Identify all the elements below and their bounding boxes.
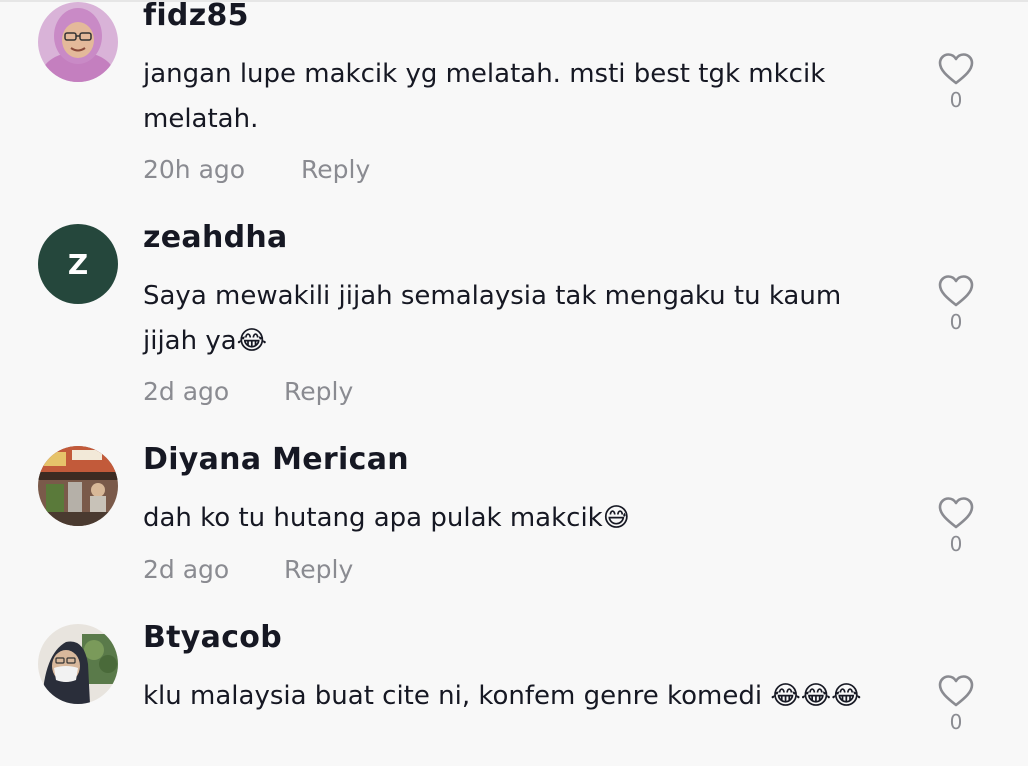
comment-username[interactable]: Diyana Merican <box>143 442 409 477</box>
avatar[interactable] <box>38 446 118 526</box>
comment-username[interactable]: zeahdha <box>143 220 288 255</box>
sweat-smile-emoji: 😅 <box>602 503 630 533</box>
comment-text: Saya mewakili jijah semalaysia tak menga… <box>143 274 903 364</box>
like-button[interactable]: 0 <box>934 274 978 334</box>
avatar-letter: Z <box>38 224 118 304</box>
avatar-photo <box>38 446 118 526</box>
comment-timestamp: 2d ago <box>143 377 230 406</box>
avatar[interactable]: Z <box>38 224 118 304</box>
laughing-tears-emoji: 😂😂😂 <box>770 681 862 711</box>
like-button[interactable]: 0 <box>934 674 978 734</box>
like-count: 0 <box>949 88 963 112</box>
reply-button[interactable]: Reply <box>284 377 353 406</box>
reply-button[interactable]: Reply <box>301 155 370 184</box>
avatar[interactable] <box>38 624 118 704</box>
heart-outline-icon <box>938 497 974 529</box>
avatar-photo <box>38 624 118 704</box>
comment-body: klu malaysia buat cite ni, konfem genre … <box>143 681 771 711</box>
heart-outline-icon <box>938 275 974 307</box>
comment-meta: 2d ago Reply <box>143 377 353 406</box>
laughing-tears-emoji: 😂 <box>236 326 268 356</box>
avatar-photo <box>38 2 118 82</box>
comment-timestamp: 20h ago <box>143 155 246 184</box>
comment-meta: 20h ago Reply <box>143 155 370 184</box>
like-count: 0 <box>949 310 963 334</box>
heart-outline-icon <box>938 675 974 707</box>
comment-username[interactable]: fidz85 <box>143 0 249 33</box>
avatar[interactable] <box>38 2 118 82</box>
comment-timestamp: 2d ago <box>143 555 230 584</box>
like-count: 0 <box>949 710 963 734</box>
comment-meta: 2d ago Reply <box>143 555 353 584</box>
comment-text: klu malaysia buat cite ni, konfem genre … <box>143 674 903 719</box>
comment-body: jangan lupe makcik yg melatah. msti best… <box>143 59 826 134</box>
comment-body: dah ko tu hutang apa pulak makcik <box>143 503 603 533</box>
like-button[interactable]: 0 <box>934 52 978 112</box>
comment-username[interactable]: Btyacob <box>143 620 282 655</box>
comment-text: jangan lupe makcik yg melatah. msti best… <box>143 52 903 142</box>
like-count: 0 <box>949 532 963 556</box>
like-button[interactable]: 0 <box>934 496 978 556</box>
reply-button[interactable]: Reply <box>284 555 353 584</box>
heart-outline-icon <box>938 53 974 85</box>
comment-text: dah ko tu hutang apa pulak makcik😅 <box>143 496 903 541</box>
